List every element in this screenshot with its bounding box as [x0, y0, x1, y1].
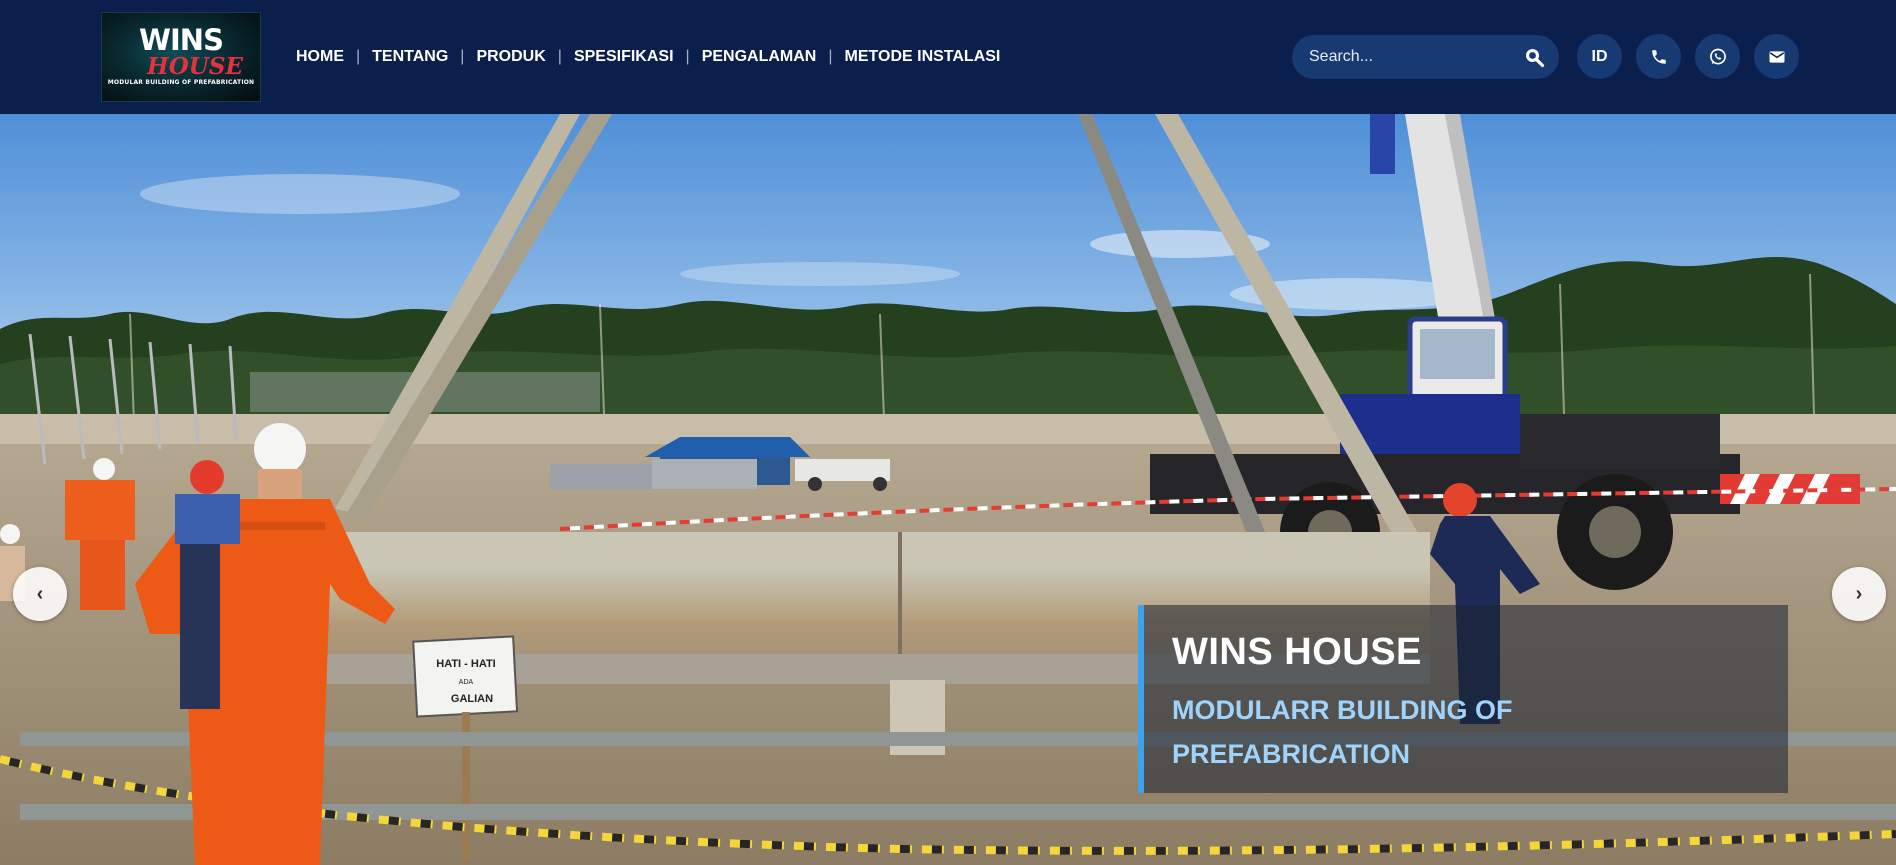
nav-metode-instalasi[interactable]: METODE INSTALASI	[845, 46, 1001, 68]
brand-logo[interactable]: WINS HOUSE MODULAR BUILDING OF PREFABRIC…	[101, 12, 261, 102]
carousel-prev-button[interactable]: ‹	[13, 567, 67, 621]
main-nav: HOME | TENTANG | PRODUK | SPESIFIKASI | …	[296, 46, 1000, 68]
logo-tagline: MODULAR BUILDING OF PREFABRICATION	[107, 79, 255, 86]
logo-text-wins: WINS	[139, 23, 224, 57]
email-button[interactable]	[1754, 34, 1799, 79]
hero-caption-title: WINS HOUSE	[1172, 631, 1422, 673]
search-input[interactable]	[1309, 35, 1509, 79]
nav-home[interactable]: HOME	[296, 46, 344, 68]
sign-text-line2: ADA	[459, 679, 474, 686]
nav-separator: |	[828, 48, 833, 65]
nav-separator: |	[460, 48, 465, 65]
nav-separator: |	[557, 48, 562, 65]
carousel-next-button[interactable]: ›	[1832, 567, 1886, 621]
nav-produk[interactable]: PRODUK	[476, 46, 545, 68]
sign-text-line3: GALIAN	[451, 693, 493, 705]
whatsapp-button[interactable]	[1695, 34, 1740, 79]
logo-text-house: HOUSE	[147, 53, 243, 80]
nav-tentang[interactable]: TENTANG	[372, 46, 448, 68]
search-button[interactable]	[1523, 46, 1545, 68]
nav-separator: |	[685, 48, 690, 65]
nav-spesifikasi[interactable]: SPESIFIKASI	[574, 46, 674, 68]
phone-icon	[1651, 49, 1666, 64]
nav-pengalaman[interactable]: PENGALAMAN	[702, 46, 817, 68]
search-icon	[1526, 49, 1545, 68]
nav-separator: |	[356, 48, 361, 65]
sign-text-line1: HATI - HATI	[436, 658, 495, 670]
whatsapp-icon	[1709, 48, 1726, 64]
hero-caption: WINS HOUSE MODULARR BUILDING OF PREFABRI…	[1138, 605, 1788, 793]
hero-slider: HATI - HATI ADA GALIAN ‹ › WINS HOUSE MO…	[0, 114, 1896, 865]
mail-icon	[1769, 50, 1784, 63]
phone-button[interactable]	[1636, 34, 1681, 79]
hero-caption-subtitle: MODULARR BUILDING OF PREFABRICATION	[1172, 695, 1513, 769]
search-box	[1292, 35, 1559, 79]
site-header: WINS HOUSE MODULAR BUILDING OF PREFABRIC…	[0, 0, 1896, 114]
language-button[interactable]: ID	[1577, 34, 1622, 79]
